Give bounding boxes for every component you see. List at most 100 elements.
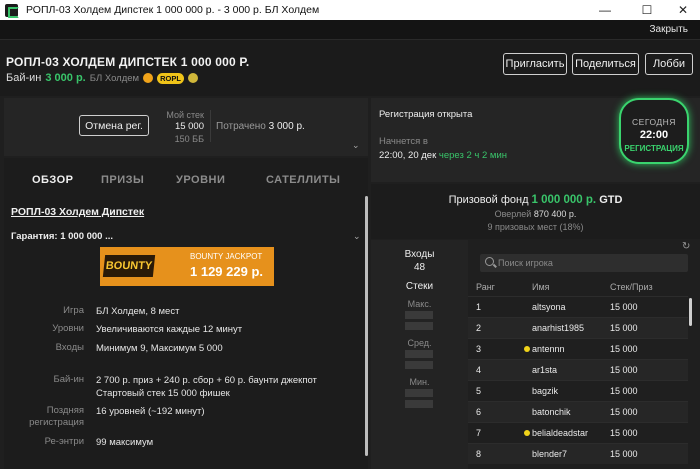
cancel-registration-button[interactable]: Отмена рег.	[79, 115, 149, 136]
share-button[interactable]: Поделиться	[572, 53, 639, 75]
player-stack: 15 000	[610, 386, 638, 396]
table-row[interactable]: 8 blender7 15 000	[468, 443, 688, 464]
overlay-label: Оверлей	[494, 209, 532, 219]
info-value: Минимум 9, Максимум 5 000	[96, 343, 223, 354]
bounty-logo: BOUNTY	[102, 255, 156, 277]
buyin-value: 3 000 р.	[45, 72, 86, 84]
today-label: СЕГОДНЯ	[632, 117, 676, 127]
info-key: Бай-ин	[53, 374, 84, 385]
entries-value: 48	[413, 262, 426, 273]
table-row[interactable]: 5 bagzik 15 000	[468, 380, 688, 401]
player-rank: 5	[476, 386, 482, 396]
max-stack-label: Макс.	[407, 299, 432, 309]
tab-overview[interactable]: ОБЗОР	[32, 174, 73, 186]
guarantee-chevron-icon[interactable]: ⌄	[353, 231, 361, 242]
expand-chevron-icon[interactable]: ⌄	[352, 140, 360, 151]
overlay-line: Оверлей 870 400 р.	[371, 209, 700, 219]
player-rank: 6	[476, 407, 482, 417]
player-search	[480, 254, 688, 272]
bounty-coin-icon	[143, 73, 154, 83]
info-key: Входы	[55, 342, 84, 353]
player-rank: 3	[476, 344, 482, 354]
jackpot-value: 1 129 229 р.	[190, 264, 263, 279]
player-rank: 8	[476, 449, 482, 459]
bounty-jackpot-banner: BOUNTY BOUNTY JACKPOT 1 129 229 р.	[100, 247, 274, 286]
minimize-button[interactable]: —	[588, 0, 622, 20]
entries-players-panel: Входы 48 Стеки Макс. Сред. Мин. ↻ Ранг И…	[371, 240, 700, 469]
guarantee-text: Гарантия: 1 000 000 ...	[11, 231, 114, 242]
table-row[interactable]: 2 anarhist1985 15 000	[468, 317, 688, 338]
today-registration-badge[interactable]: СЕГОДНЯ 22:00 РЕГИСТРАЦИЯ	[619, 98, 689, 164]
prize-pool-label: Призовой фонд	[448, 194, 529, 206]
info-key-2: регистрация	[29, 417, 84, 428]
players-list: ↻ Ранг Имя Стек/Приз 1 altsyona 15 000 2 ana…	[468, 240, 700, 469]
tab-satellites[interactable]: САТЕЛЛИТЫ	[266, 174, 340, 186]
table-row[interactable]: 6 batonchik 15 000	[468, 401, 688, 422]
player-stack: 15 000	[610, 428, 638, 438]
max-stack-bar	[405, 311, 433, 319]
player-name: batonchik	[532, 407, 571, 417]
mystack-bb: 150 ББ	[174, 134, 204, 144]
spent-label: Потрачено	[216, 121, 266, 132]
maximize-button[interactable]: ☐	[630, 0, 664, 20]
player-stack: 15 000	[610, 449, 638, 459]
starts-value: 22:00, 20 дек	[379, 150, 437, 161]
game-type: БЛ Холдем	[89, 72, 140, 84]
player-rank: 7	[476, 428, 482, 438]
col-name[interactable]: Имя	[532, 282, 550, 292]
player-stack: 15 000	[610, 407, 638, 417]
info-key: Игра	[63, 305, 84, 316]
player-stack: 15 000	[610, 365, 638, 375]
tournament-info-panel: ОБЗОР ПРИЗЫ УРОВНИ САТЕЛЛИТЫ РОПЛ-03 Хол…	[4, 158, 368, 469]
info-value: 16 уровней (~192 минут)	[96, 406, 205, 417]
info-key: Ре-энтри	[44, 436, 84, 447]
player-search-input[interactable]	[498, 255, 683, 271]
tab-prizes[interactable]: ПРИЗЫ	[101, 174, 144, 186]
invite-button[interactable]: Пригласить	[503, 53, 567, 75]
player-rank: 1	[476, 302, 482, 312]
menubar: Закрыть	[0, 20, 700, 40]
player-rank: 2	[476, 323, 482, 333]
players-scrollbar[interactable]	[689, 298, 692, 326]
close-link[interactable]: Закрыть	[649, 24, 688, 35]
col-rank[interactable]: Ранг	[476, 282, 495, 292]
player-name: belialdeadstar	[532, 428, 589, 438]
avg-stack-label: Сред.	[407, 338, 432, 348]
table-row[interactable]: 1 altsyona 15 000	[468, 296, 688, 317]
info-value: 2 700 р. приз + 240 р. сбор + 60 р. баун…	[96, 375, 317, 386]
starts-time: 22:00, 20 дек через 2 ч 2 мин	[379, 150, 507, 161]
today-time: 22:00	[639, 129, 669, 141]
players-table-header: Ранг Имя Стек/Приз	[468, 282, 700, 296]
divider	[210, 110, 211, 142]
info-scrollbar[interactable]	[365, 196, 368, 456]
my-stack: Мой стек 15 000 150 ББ	[154, 109, 204, 145]
prize-pool-value: 1 000 000 р.	[531, 194, 597, 206]
tab-bar: ОБЗОР ПРИЗЫ УРОВНИ САТЕЛЛИТЫ	[4, 158, 368, 198]
lobby-button[interactable]: Лобби	[645, 53, 693, 75]
player-rank: 4	[476, 365, 482, 375]
online-dot-icon	[524, 346, 530, 352]
stacks-label: Стеки	[405, 281, 434, 292]
table-row[interactable]: 4 ar1sta 15 000	[468, 359, 688, 380]
spent: Потрачено 3 000 р.	[216, 121, 305, 132]
table-row[interactable]: 7 belialdeadstar 15 000	[468, 422, 688, 443]
refresh-icon[interactable]: ↻	[682, 241, 690, 252]
prize-places: 9 призовых мест (18%)	[487, 222, 584, 232]
window-title: РОПЛ-03 Холдем Дипстек 1 000 000 р. - 3 …	[26, 4, 320, 16]
info-value: 99 максимум	[96, 437, 154, 448]
window-titlebar: РОПЛ-03 Холдем Дипстек 1 000 000 р. - 3 …	[0, 0, 700, 20]
entries-label: Входы	[404, 249, 435, 260]
table-row[interactable]: 3 antennn 15 000	[468, 338, 688, 359]
registration-panel: Регистрация открыта Начнется в 22:00, 20…	[371, 98, 700, 182]
tab-levels[interactable]: УРОВНИ	[176, 174, 225, 186]
col-stack[interactable]: Стек/Приз	[610, 282, 653, 292]
avg-stack-bar	[405, 350, 433, 358]
info-key: Поздняя	[46, 405, 84, 416]
player-stack: 15 000	[610, 344, 638, 354]
player-name: antennn	[532, 344, 565, 354]
overlay-value: 870 400 р.	[533, 209, 577, 219]
registration-status: Регистрация открыта	[379, 109, 473, 120]
starts-countdown: через 2 ч 2 мин	[438, 150, 507, 161]
window-close-button[interactable]: ✕	[666, 0, 700, 20]
max-stack-bar-2	[405, 322, 433, 330]
